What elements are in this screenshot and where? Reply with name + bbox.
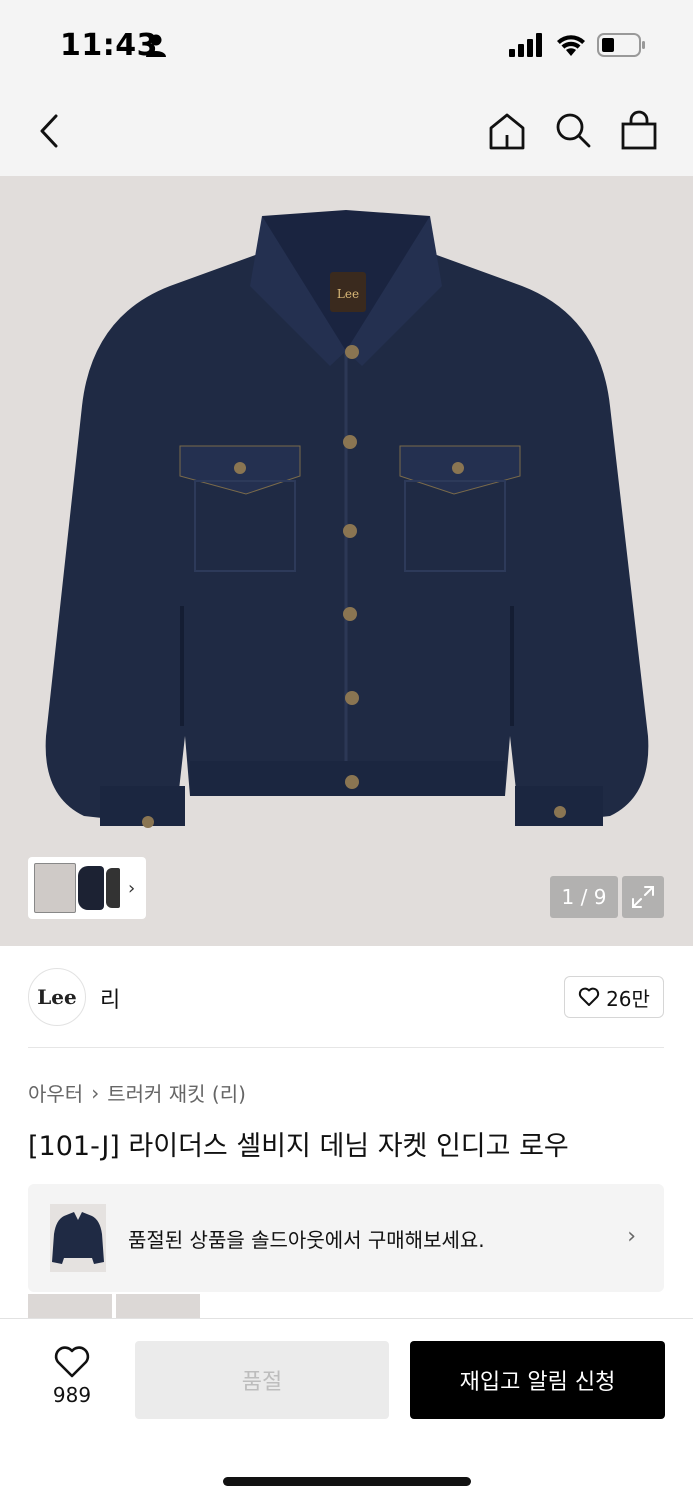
search-button[interactable]: [553, 110, 593, 152]
bottom-action-bar: 989 품절 재입고 알림 신청: [0, 1318, 693, 1500]
cellular-signal-icon: [509, 33, 542, 57]
jacket-thumbnail-image: [52, 1212, 104, 1264]
denim-jacket-image: Lee: [45, 210, 649, 828]
soldout-button: 품절: [135, 1341, 389, 1419]
back-button[interactable]: [30, 110, 70, 154]
home-icon: [489, 113, 525, 150]
divider: [28, 1047, 664, 1048]
product-title: [101-J] 라이더스 셀비지 데님 자켓 인디고 로우: [28, 1131, 569, 1162]
thumbnail-image[interactable]: [106, 868, 120, 908]
breadcrumb: 아우터 › 트러커 재킷 (리): [28, 1078, 246, 1107]
related-images-peek: [28, 1294, 204, 1320]
breadcrumb-item[interactable]: 아우터: [28, 1078, 83, 1107]
image-page-counter: 1 / 9: [550, 876, 618, 918]
related-image[interactable]: [116, 1294, 200, 1320]
heart-icon: [54, 1346, 90, 1378]
person-icon: [146, 34, 166, 57]
cart-button[interactable]: [619, 110, 659, 152]
home-button[interactable]: [487, 110, 527, 152]
brand-logo[interactable]: Lee: [28, 968, 86, 1026]
thumbnail-image[interactable]: [34, 863, 76, 913]
favorite-count: 989: [52, 1383, 92, 1407]
soldout-thumbnail: [50, 1204, 106, 1272]
brand-like-button[interactable]: 26만: [564, 976, 664, 1018]
brand-name[interactable]: 리: [100, 982, 120, 1014]
search-icon: [556, 113, 591, 148]
brand-like-count: 26만: [606, 986, 650, 1011]
home-indicator: [223, 1477, 471, 1486]
top-navigation: [0, 90, 693, 176]
product-image-gallery[interactable]: Lee: [0, 176, 693, 946]
brand-row: Lee 리 26만: [28, 968, 664, 1026]
favorite-button[interactable]: 989: [40, 1345, 104, 1415]
wifi-icon: [557, 35, 585, 56]
battery-icon: [597, 33, 645, 57]
breadcrumb-separator: ›: [91, 1080, 100, 1105]
expand-icon: [632, 886, 654, 908]
jacket-label-text: Lee: [337, 287, 359, 301]
heart-icon: [578, 987, 600, 1006]
soldout-banner[interactable]: 품절된 상품을 솔드아웃에서 구매해보세요. ›: [28, 1184, 664, 1292]
shopping-bag-icon: [621, 110, 657, 150]
chevron-right-icon: ›: [627, 1224, 636, 1249]
chevron-right-icon: ›: [128, 877, 136, 899]
nav-actions: [487, 110, 659, 152]
related-image[interactable]: [28, 1294, 112, 1320]
status-time: 11:43: [60, 28, 158, 63]
restock-alert-button[interactable]: 재입고 알림 신청: [410, 1341, 665, 1419]
breadcrumb-item[interactable]: 트러커 재킷 (리): [107, 1078, 246, 1107]
status-bar: 11:43: [0, 0, 693, 90]
thumbnail-image[interactable]: [78, 866, 104, 910]
status-icons: [509, 32, 647, 58]
chevron-left-icon: [40, 114, 58, 148]
thumbnail-strip[interactable]: ›: [28, 857, 146, 919]
soldout-banner-text: 품절된 상품을 솔드아웃에서 구매해보세요.: [128, 1228, 485, 1252]
expand-image-button[interactable]: [622, 876, 664, 918]
